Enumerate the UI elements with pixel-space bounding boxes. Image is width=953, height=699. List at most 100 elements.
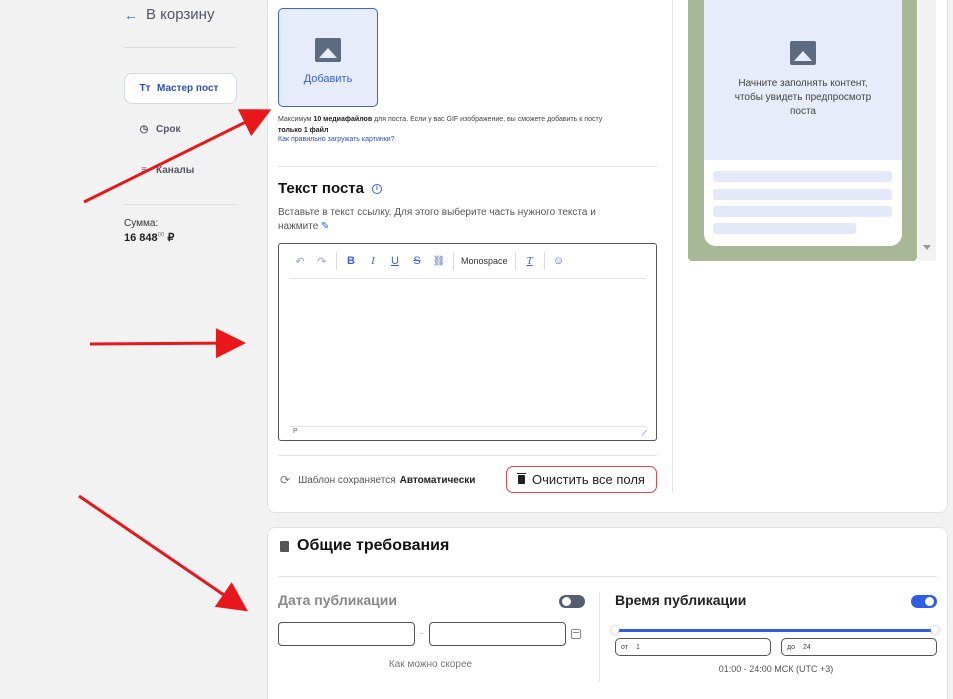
pencil-icon: ✎ [321, 221, 330, 232]
post-text-title: Текст поста [278, 180, 364, 197]
publication-time-toggle[interactable] [911, 595, 937, 608]
publication-date-title: Дата публикации [278, 592, 397, 608]
toolbar-separator [514, 252, 516, 270]
section-divider [278, 576, 937, 577]
requirements-heading: Общие требования [280, 537, 449, 555]
sidebar-item-label: Каналы [156, 165, 195, 176]
back-label: В корзину [146, 6, 215, 23]
sidebar-divider [124, 47, 237, 48]
text-format-icon: Tт [139, 83, 151, 94]
to-value: 24 [802, 643, 811, 651]
preview-text-line [713, 171, 892, 182]
preview-text-line [713, 206, 892, 217]
to-label: до [787, 643, 795, 651]
sidebar-divider [124, 204, 237, 205]
preview-message: Начните заполнять контент, чтобы увидеть… [704, 0, 902, 246]
italic-button[interactable]: I [362, 251, 384, 271]
strikethrough-button[interactable]: S [406, 251, 428, 271]
hint-rest: для поста. Если у вас GIF изображение, в… [372, 116, 603, 123]
post-text-description: Вставьте в текст ссылку. Для этого выбер… [278, 206, 638, 234]
post-preview: Начните заполнять контент, чтобы увидеть… [688, 0, 917, 261]
sidebar-item-channels[interactable]: ≡ Каналы [124, 155, 237, 186]
timer-icon: ◷ [139, 124, 149, 135]
add-media-label: Добавить [303, 73, 353, 85]
date-separator: - [420, 628, 423, 638]
preview-scrollbar[interactable] [918, 0, 936, 261]
asap-label: Как можно скорее [388, 659, 473, 670]
from-label: от [621, 643, 628, 651]
preview-placeholder-text: Начните заполнять контент, чтобы увидеть… [734, 78, 872, 117]
publication-date-toggle[interactable] [559, 595, 585, 608]
resize-handle-icon[interactable]: ⟋ [641, 429, 647, 439]
clear-all-button[interactable]: Очистить все поля [506, 466, 657, 493]
sidebar: ← В корзину Tт Мастер пост ◷ Срок ≡ Кана… [110, 0, 250, 699]
link-icon[interactable]: ⛓ [428, 251, 450, 271]
autosave-mode: Автоматически [399, 474, 476, 486]
list-icon: ≡ [141, 165, 147, 176]
editor-toolbar: ↶ ↷ B I U S ⛓ Monospace T ☺ [289, 250, 570, 272]
autosave-prefix: Шаблон сохраняется [298, 474, 396, 486]
monospace-button[interactable]: Monospace [457, 256, 512, 266]
text-editor[interactable]: ↶ ↷ B I U S ⛓ Monospace T ☺ P ⟋ [278, 243, 657, 441]
element-path: P [293, 428, 298, 435]
emoji-icon[interactable]: ☺ [548, 251, 570, 271]
preview-text-line [713, 189, 892, 200]
from-value: 1 [635, 643, 640, 651]
toggle-knob [562, 597, 571, 606]
sum-value: 16 84800 ₽ [124, 231, 174, 244]
date-from-input[interactable] [278, 622, 415, 646]
sum-cents: 00 [157, 232, 165, 239]
date-to-input[interactable] [429, 622, 566, 646]
sum-amount: 16 848 [124, 232, 158, 244]
upload-help-link[interactable]: Как правильно загружать картинки? [278, 136, 395, 143]
section-divider [278, 455, 657, 456]
add-media-button[interactable]: Добавить [278, 8, 378, 107]
toolbar-separator [336, 252, 337, 270]
sync-icon: ⟳ [280, 473, 291, 487]
hint-bold: 10 медиафайлов [313, 116, 373, 123]
upload-hint: Максимум 10 медиафайлов для поста. Если … [278, 114, 648, 136]
publication-time-title: Время публикации [615, 592, 747, 608]
clipboard-icon [280, 540, 289, 552]
toolbar-divider [289, 278, 646, 279]
hint-prefix: Максимум [278, 116, 314, 123]
trash-icon [517, 473, 527, 484]
autosave-status: ⟳ Шаблон сохраняется Автоматически [280, 473, 475, 487]
column-divider [672, 0, 673, 493]
underline-button[interactable]: U [384, 251, 406, 271]
preview-image-placeholder: Начните заполнять контент, чтобы увидеть… [704, 0, 902, 160]
undo-icon[interactable]: ↶ [289, 251, 311, 271]
toolbar-separator [543, 252, 545, 270]
time-to-input[interactable]: до 24 [781, 638, 937, 656]
time-range-label: 01:00 - 24:00 МСК (UTC +3) [718, 664, 834, 674]
post-text-heading: Текст поста i [278, 180, 382, 197]
slider-start-handle[interactable] [611, 626, 619, 634]
section-divider [278, 166, 657, 167]
image-icon [790, 41, 816, 65]
sidebar-item-master-post[interactable]: Tт Мастер пост [124, 73, 237, 104]
info-icon[interactable]: i [371, 183, 382, 194]
time-from-input[interactable]: от 1 [615, 638, 771, 656]
toggle-knob [925, 597, 934, 606]
time-range-slider[interactable] [611, 626, 939, 634]
hint-bold-2: только 1 файл [278, 127, 329, 134]
slider-end-handle[interactable] [931, 626, 939, 634]
sidebar-item-label: Мастер пост [157, 83, 219, 94]
clear-format-icon[interactable]: T [519, 251, 541, 271]
clear-all-label: Очистить все поля [532, 472, 645, 487]
redo-icon[interactable]: ↷ [311, 251, 333, 271]
toolbar-separator [453, 252, 454, 270]
requirements-title: Общие требования [297, 537, 450, 554]
sidebar-item-term[interactable]: ◷ Срок [124, 114, 237, 145]
scroll-down-icon[interactable] [923, 245, 931, 250]
calendar-icon[interactable] [571, 629, 581, 639]
preview-text-line [713, 223, 856, 234]
statusbar-divider [289, 426, 646, 427]
currency-sign: ₽ [167, 232, 175, 244]
back-to-cart-link[interactable]: ← В корзину [124, 6, 214, 23]
arrow-left-icon: ← [124, 6, 138, 23]
image-icon [315, 38, 341, 62]
sum-label: Сумма: [124, 218, 159, 229]
bold-button[interactable]: B [340, 251, 362, 271]
column-divider [599, 592, 600, 682]
